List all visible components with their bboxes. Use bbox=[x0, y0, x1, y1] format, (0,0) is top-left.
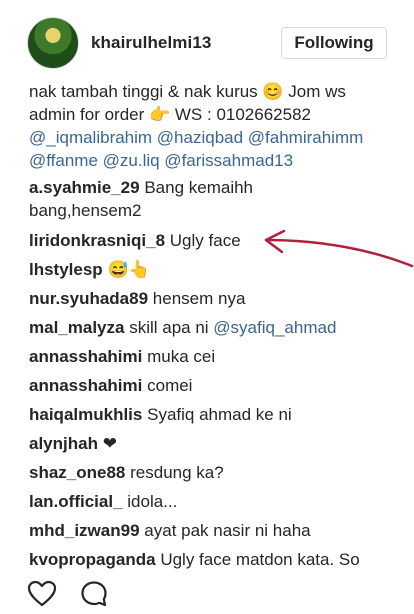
comment-username[interactable]: nur.syuhada89 bbox=[29, 289, 148, 308]
comment-text: ❤ bbox=[102, 434, 117, 453]
comment-username[interactable]: lhstylesp bbox=[29, 260, 103, 279]
action-bar bbox=[0, 570, 414, 614]
caption-mentions[interactable]: @ffanme @zu.liq @farissahmad13 bbox=[29, 149, 399, 172]
comments-list[interactable]: nak tambah tinggi & nak kurus 😊 Jom ws a… bbox=[0, 74, 414, 570]
comment-text: Ugly face matdon kata. So bbox=[160, 550, 360, 569]
comment-text: 😅👆 bbox=[107, 260, 150, 279]
caption-line: admin for order 👉 WS : 0102662582 bbox=[29, 105, 311, 124]
comment: nur.syuhada89 hensem nya bbox=[29, 287, 404, 310]
avatar[interactable] bbox=[27, 17, 79, 69]
comment-mention[interactable]: @syafiq_ahmad bbox=[213, 318, 336, 337]
comment: alynjhah ❤ bbox=[29, 432, 404, 455]
comment-username[interactable]: liridonkrasniqi_8 bbox=[29, 231, 165, 250]
comment: annasshahimi muka cei bbox=[29, 345, 404, 368]
comment: lan.official_ idola... bbox=[29, 490, 404, 513]
annotation-arrow bbox=[264, 229, 414, 268]
comment-text: Ugly face bbox=[169, 231, 241, 250]
comment: kvopropaganda Ugly face matdon kata. So bbox=[29, 548, 404, 570]
comment-text: resdung ka? bbox=[130, 463, 224, 482]
comment-text: hensem nya bbox=[152, 289, 246, 308]
post-header: khairulhelmi13 Following bbox=[0, 0, 414, 82]
comment-username[interactable]: a.syahmie_29 bbox=[29, 178, 140, 197]
comment: annasshahimi comei bbox=[29, 374, 404, 397]
comment-username[interactable]: kvopropaganda bbox=[29, 550, 156, 569]
comment-icon[interactable] bbox=[80, 580, 108, 608]
comment-text: Syafiq ahmad ke ni bbox=[147, 405, 292, 424]
comment-username[interactable]: mhd_izwan99 bbox=[29, 521, 140, 540]
following-button[interactable]: Following bbox=[281, 27, 387, 59]
heart-icon[interactable] bbox=[27, 580, 57, 607]
caption-line: nak tambah tinggi & nak kurus 😊 Jom ws bbox=[29, 82, 346, 101]
comment-username[interactable]: annasshahimi bbox=[29, 347, 142, 366]
caption: nak tambah tinggi & nak kurus 😊 Jom ws a… bbox=[29, 80, 399, 172]
caption-mentions[interactable]: @_iqmalibrahim @haziqbad @fahmirahimm bbox=[29, 126, 399, 149]
comment-text: ayat pak nasir ni haha bbox=[144, 521, 311, 540]
comment-text: skill apa ni bbox=[129, 318, 209, 337]
comment-text: comei bbox=[147, 376, 193, 395]
comment-username[interactable]: alynjhah bbox=[29, 434, 98, 453]
comment-username[interactable]: haiqalmukhlis bbox=[29, 405, 142, 424]
comment-username[interactable]: lan.official_ bbox=[29, 492, 123, 511]
comment-text: muka cei bbox=[147, 347, 216, 366]
comment-username[interactable]: shaz_one88 bbox=[29, 463, 125, 482]
comment: haiqalmukhlis Syafiq ahmad ke ni bbox=[29, 403, 404, 426]
comment-username[interactable]: mal_malyza bbox=[29, 318, 124, 337]
comment: a.syahmie_29 Bang kemaihh bang,hensem2 bbox=[29, 176, 329, 222]
comment-username[interactable]: annasshahimi bbox=[29, 376, 142, 395]
comment: mal_malyza skill apa ni @syafiq_ahmad bbox=[29, 316, 404, 339]
comment: shaz_one88 resdung ka? bbox=[29, 461, 404, 484]
username[interactable]: khairulhelmi13 bbox=[91, 33, 211, 53]
comment: mhd_izwan99 ayat pak nasir ni haha bbox=[29, 519, 404, 542]
comment-text: idola... bbox=[127, 492, 178, 511]
